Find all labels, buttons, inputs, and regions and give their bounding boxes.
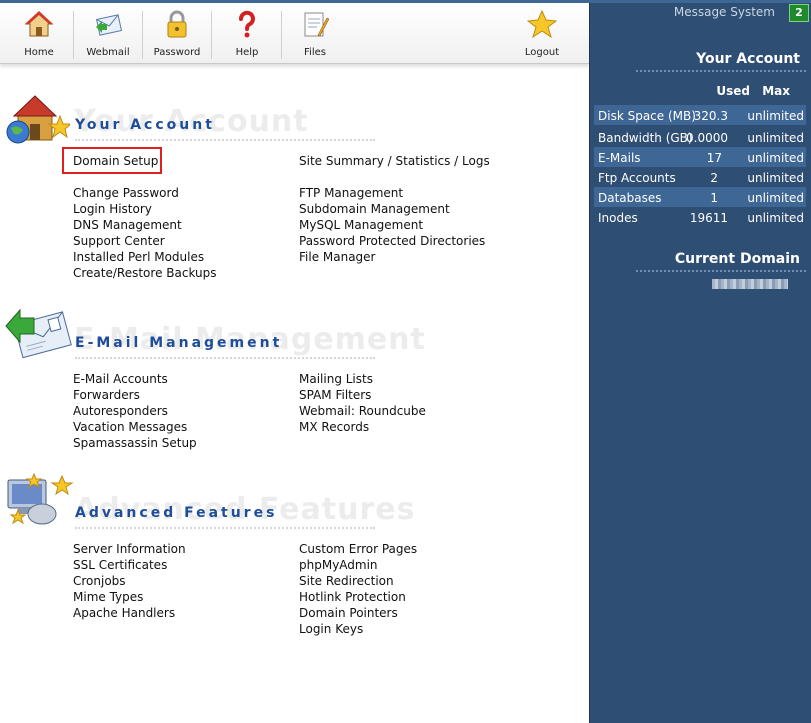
stats-row: Bandwidth (GB) 0.0000 unlimited: [594, 127, 806, 147]
stat-max: unlimited: [747, 191, 804, 205]
link-mailing-lists[interactable]: Mailing Lists: [299, 372, 373, 386]
stats-row: Ftp Accounts 2 unlimited: [594, 167, 806, 187]
max-column-header: Max: [762, 84, 790, 98]
home-label: Home: [24, 47, 54, 58]
link-support-center[interactable]: Support Center: [73, 234, 165, 248]
stat-used: 2: [710, 171, 718, 185]
sidebar-your-account-title: Your Account: [696, 51, 800, 67]
email-management-icon: [5, 308, 72, 359]
link-dns-management[interactable]: DNS Management: [73, 218, 182, 232]
link-apache-handlers[interactable]: Apache Handlers: [73, 606, 175, 620]
password-button[interactable]: Password: [143, 3, 211, 63]
logout-label: Logout: [524, 47, 560, 58]
link-vacation-messages[interactable]: Vacation Messages: [73, 420, 187, 434]
divider: [75, 139, 375, 141]
stat-max: unlimited: [747, 109, 804, 123]
password-label: Password: [153, 47, 201, 58]
link-create-restore-backups[interactable]: Create/Restore Backups: [73, 266, 217, 280]
logout-button[interactable]: Logout: [508, 3, 576, 63]
stats-row: Inodes 19611 unlimited: [594, 207, 806, 227]
stats-row: Databases 1 unlimited: [594, 187, 806, 207]
divider: [75, 357, 375, 359]
stat-max: unlimited: [747, 211, 804, 225]
link-custom-error-pages[interactable]: Custom Error Pages: [299, 542, 417, 556]
link-site-redirection[interactable]: Site Redirection: [299, 574, 394, 588]
help-button[interactable]: Help: [213, 3, 281, 63]
link-installed-perl-modules[interactable]: Installed Perl Modules: [73, 250, 204, 264]
link-mx-records[interactable]: MX Records: [299, 420, 369, 434]
link-site-summary[interactable]: Site Summary / Statistics / Logs: [299, 154, 490, 168]
stats-row: Disk Space (MB) 320.3 unlimited: [594, 105, 806, 125]
link-mime-types[interactable]: Mime Types: [73, 590, 143, 604]
files-icon: [304, 12, 330, 37]
advanced-features-icon: [7, 472, 74, 525]
email-management-title: E-Mail Management: [75, 335, 283, 351]
home-icon: [24, 11, 54, 37]
link-server-information[interactable]: Server Information: [73, 542, 186, 556]
stats-header: Used Max: [594, 84, 810, 100]
link-mysql-management[interactable]: MySQL Management: [299, 218, 423, 232]
stat-used: 19611: [689, 211, 728, 225]
divider: [75, 527, 375, 529]
link-domain-pointers[interactable]: Domain Pointers: [299, 606, 398, 620]
link-domain-setup[interactable]: Domain Setup: [73, 154, 158, 168]
link-subdomain-management[interactable]: Subdomain Management: [299, 202, 450, 216]
stat-used: 0.0000: [686, 131, 728, 145]
toolbar-separator: [211, 11, 212, 59]
message-count-badge[interactable]: 2: [789, 4, 809, 22]
link-login-keys[interactable]: Login Keys: [299, 622, 363, 636]
link-file-manager[interactable]: File Manager: [299, 250, 376, 264]
stat-used: 320.3: [693, 109, 728, 123]
stat-name: E-Mails: [598, 151, 641, 165]
stat-used: 17: [706, 151, 722, 165]
link-ftp-management[interactable]: FTP Management: [299, 186, 403, 200]
files-label: Files: [304, 47, 326, 58]
webmail-label: Webmail: [86, 47, 130, 58]
link-hotlink-protection[interactable]: Hotlink Protection: [299, 590, 406, 604]
stat-max: unlimited: [747, 131, 804, 145]
current-domain-title: Current Domain: [674, 251, 800, 267]
home-button[interactable]: Home: [5, 3, 73, 63]
stats-row: E-Mails 17 unlimited: [594, 147, 806, 167]
stat-max: unlimited: [747, 171, 804, 185]
link-autoresponders[interactable]: Autoresponders: [73, 404, 168, 418]
link-cronjobs[interactable]: Cronjobs: [73, 574, 126, 588]
your-account-title: Your Account: [75, 117, 215, 133]
account-sidebar: Message System 2 Your Account Used Max D…: [589, 3, 811, 723]
advanced-features-title: Advanced Features: [75, 505, 278, 521]
stat-name: Disk Space (MB): [598, 109, 696, 123]
link-ssl-certificates[interactable]: SSL Certificates: [73, 558, 167, 572]
link-phpmyadmin[interactable]: phpMyAdmin: [299, 558, 378, 572]
question-mark-icon: [239, 10, 255, 38]
link-webmail-roundcube[interactable]: Webmail: Roundcube: [299, 404, 426, 418]
link-forwarders[interactable]: Forwarders: [73, 388, 140, 402]
stat-name: Ftp Accounts: [598, 171, 676, 185]
link-spam-filters[interactable]: SPAM Filters: [299, 388, 371, 402]
link-password-protected-directories[interactable]: Password Protected Directories: [299, 234, 485, 248]
message-system-link[interactable]: Message System: [674, 5, 775, 19]
stat-used: 1: [710, 191, 718, 205]
top-toolbar: Home Webmail Password Help Files Logout: [0, 3, 589, 64]
star-icon: [527, 9, 557, 39]
stat-max: unlimited: [747, 151, 804, 165]
lock-icon: [167, 10, 187, 38]
link-email-accounts[interactable]: E-Mail Accounts: [73, 372, 168, 386]
webmail-button[interactable]: Webmail: [74, 3, 142, 63]
link-change-password[interactable]: Change Password: [73, 186, 179, 200]
link-spamassassin-setup[interactable]: Spamassassin Setup: [73, 436, 197, 450]
files-button[interactable]: Files: [281, 3, 349, 63]
divider: [636, 70, 806, 72]
stat-name: Bandwidth (GB): [598, 131, 693, 145]
link-login-history[interactable]: Login History: [73, 202, 152, 216]
help-label: Help: [235, 47, 259, 58]
used-column-header: Used: [716, 84, 750, 98]
current-domain-value-redacted: [712, 279, 788, 289]
your-account-icon: [6, 95, 70, 144]
stat-name: Databases: [598, 191, 662, 205]
stat-name: Inodes: [598, 211, 638, 225]
divider: [636, 270, 806, 272]
webmail-icon: [95, 14, 123, 36]
